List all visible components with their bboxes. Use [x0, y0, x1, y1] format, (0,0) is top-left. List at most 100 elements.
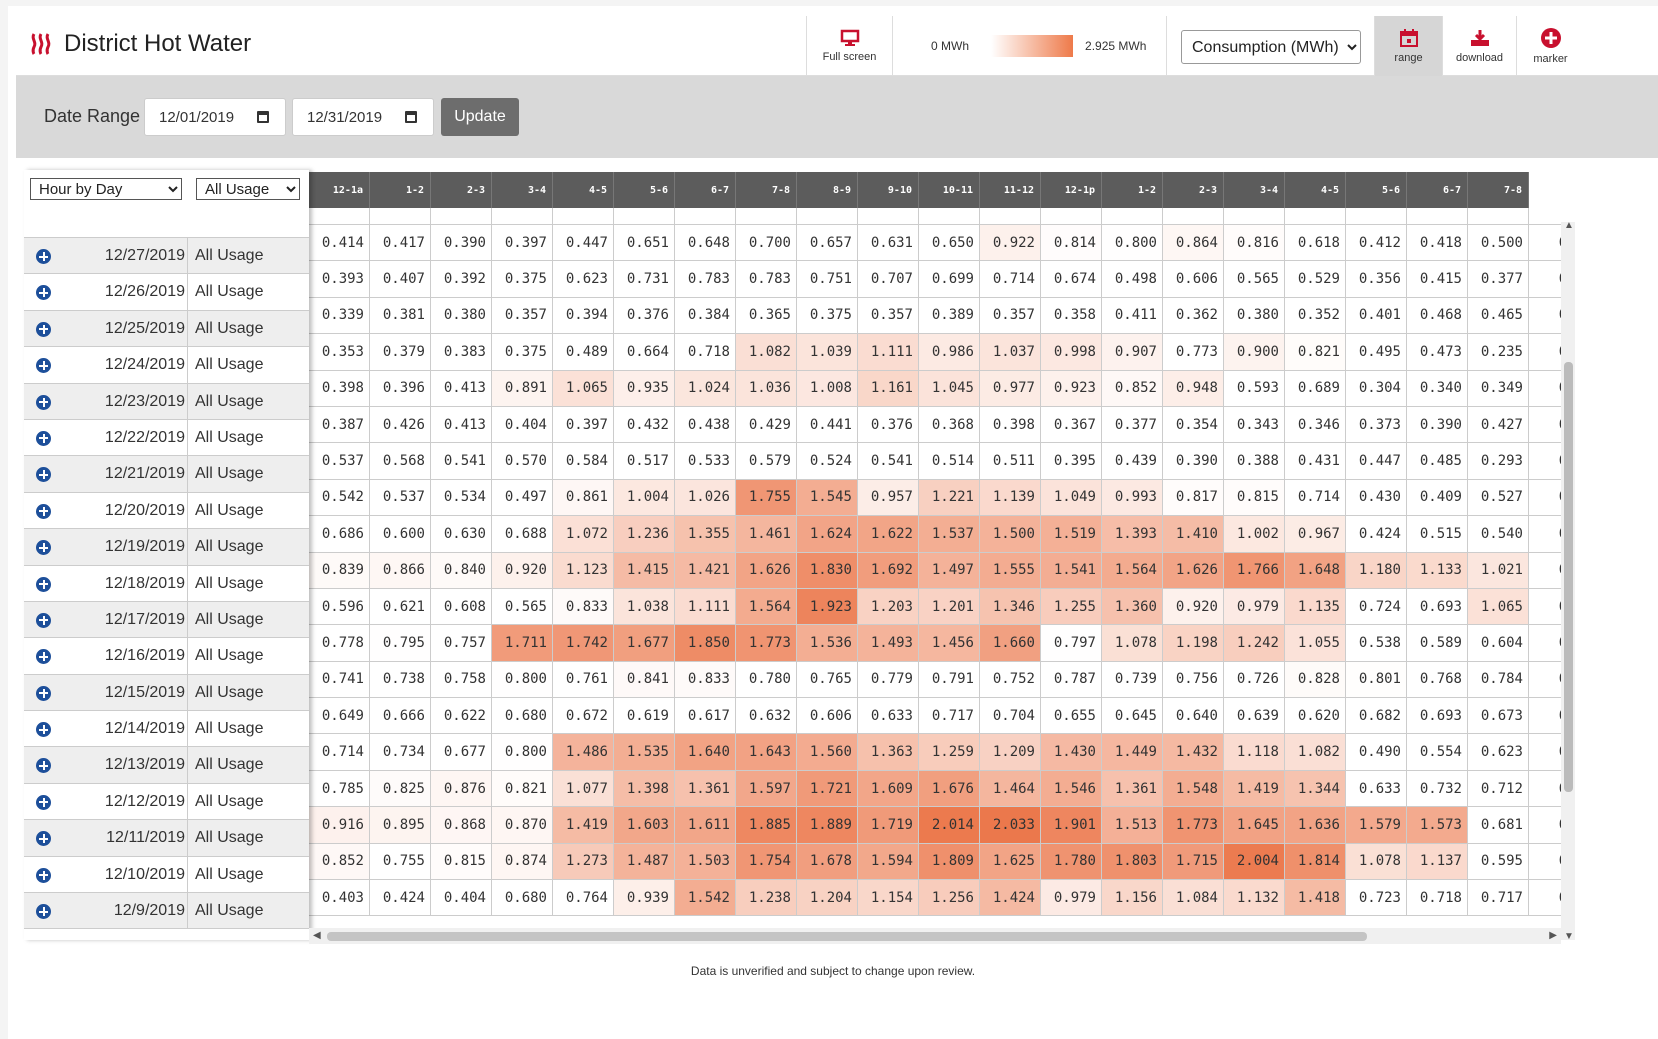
table-cell[interactable]: 0.596: [309, 588, 370, 625]
expand-plus-icon[interactable]: [36, 467, 51, 483]
table-cell[interactable]: 0.618: [1285, 225, 1346, 261]
table-cell[interactable]: 1.624: [797, 516, 858, 552]
table-cell[interactable]: 0.373: [1346, 406, 1407, 443]
table-cell[interactable]: 1.259: [919, 734, 980, 770]
download-button[interactable]: download: [1442, 16, 1516, 76]
table-cell[interactable]: 0.939: [614, 880, 675, 916]
table-cell[interactable]: 1.084: [1163, 880, 1224, 916]
table-cell[interactable]: 0.688: [492, 516, 553, 552]
table-cell[interactable]: 0.621: [370, 588, 431, 625]
table-cell[interactable]: 1.203: [858, 588, 919, 625]
table-cell[interactable]: 0.465: [1468, 297, 1529, 334]
table-cell[interactable]: 0.712: [1468, 770, 1529, 807]
table-cell[interactable]: 0.639: [1224, 698, 1285, 734]
table-cell[interactable]: 0.565: [1224, 261, 1285, 297]
table-cell[interactable]: 0.821: [492, 770, 553, 807]
table-cell[interactable]: 0.439: [1102, 443, 1163, 479]
table-cell[interactable]: 1.398: [614, 770, 675, 807]
table-cell[interactable]: 0.358: [1041, 297, 1102, 334]
table-row-label[interactable]: 12/18/2019 All Usage: [24, 565, 309, 602]
table-cell[interactable]: 0.718: [675, 334, 736, 370]
table-cell[interactable]: 1.742: [553, 625, 614, 661]
table-cell[interactable]: 1.021: [1468, 552, 1529, 588]
table-cell[interactable]: 0.833: [675, 661, 736, 698]
table-cell[interactable]: 1.809: [919, 843, 980, 880]
table-cell[interactable]: 1.622: [858, 516, 919, 552]
marker-button[interactable]: marker: [1516, 16, 1584, 76]
table-cell[interactable]: 1.493: [858, 625, 919, 661]
table-cell[interactable]: 0.426: [370, 406, 431, 443]
table-cell[interactable]: 1.255: [1041, 588, 1102, 625]
table-cell[interactable]: 1.065: [553, 370, 614, 406]
expand-plus-icon[interactable]: [36, 430, 51, 446]
table-cell[interactable]: 0.800: [492, 734, 553, 770]
table-cell[interactable]: 0.396: [370, 370, 431, 406]
vertical-scroll-thumb[interactable]: [1564, 362, 1573, 792]
vertical-scrollbar[interactable]: ▲ ▼: [1561, 220, 1575, 940]
table-cell[interactable]: 1.449: [1102, 734, 1163, 770]
table-cell[interactable]: 0.430: [1346, 479, 1407, 516]
table-cell[interactable]: 0.967: [1285, 516, 1346, 552]
table-row-label[interactable]: 12/22/2019 All Usage: [24, 419, 309, 457]
table-cell[interactable]: 1.238: [736, 880, 797, 916]
table-cell[interactable]: 0.755: [370, 843, 431, 880]
table-row-label[interactable]: 12/21/2019 All Usage: [24, 456, 309, 493]
table-cell[interactable]: 0.935: [614, 370, 675, 406]
table-cell[interactable]: 1.415: [614, 552, 675, 588]
table-row-label[interactable]: 12/13/2019 All Usage: [24, 747, 309, 784]
table-cell[interactable]: 1.885: [736, 807, 797, 843]
table-cell[interactable]: 1.039: [797, 334, 858, 370]
table-row-label[interactable]: 12/19/2019 All Usage: [24, 529, 309, 566]
table-cell[interactable]: 0.441: [797, 406, 858, 443]
table-cell[interactable]: 0.761: [553, 661, 614, 698]
table-cell[interactable]: 0.645: [1102, 698, 1163, 734]
table-cell[interactable]: 0.998: [1041, 334, 1102, 370]
table-cell[interactable]: 0.681: [1468, 807, 1529, 843]
start-date-input[interactable]: 12/01/2019: [144, 98, 286, 136]
table-cell[interactable]: 1.419: [1224, 770, 1285, 807]
table-cell[interactable]: 1.503: [675, 843, 736, 880]
table-cell[interactable]: 0.424: [1346, 516, 1407, 552]
table-cell[interactable]: 1.560: [797, 734, 858, 770]
expand-plus-icon[interactable]: [36, 394, 51, 410]
table-cell[interactable]: 0.468: [1407, 297, 1468, 334]
expand-plus-icon[interactable]: [36, 612, 51, 628]
table-cell[interactable]: 0.852: [1102, 370, 1163, 406]
view-select[interactable]: Hour by Day: [30, 178, 182, 200]
table-cell[interactable]: 0.595: [1468, 843, 1529, 880]
table-cell[interactable]: 1.418: [1285, 880, 1346, 916]
table-cell[interactable]: 2.014: [919, 807, 980, 843]
table-cell[interactable]: 0.800: [492, 661, 553, 698]
table-cell[interactable]: 1.461: [736, 516, 797, 552]
table-cell[interactable]: 1.118: [1224, 734, 1285, 770]
table-cell[interactable]: 0.380: [431, 297, 492, 334]
table-cell[interactable]: 1.078: [1346, 843, 1407, 880]
table-cell[interactable]: 0.356: [1346, 261, 1407, 297]
table-cell[interactable]: 0.817: [1163, 479, 1224, 516]
table-cell[interactable]: 0.540: [1468, 516, 1529, 552]
table-cell[interactable]: 0.655: [1041, 698, 1102, 734]
table-cell[interactable]: 0.542: [309, 479, 370, 516]
expand-plus-icon[interactable]: [36, 758, 51, 774]
table-cell[interactable]: 1.361: [1102, 770, 1163, 807]
table-cell[interactable]: 0.870: [492, 807, 553, 843]
table-cell[interactable]: 0.861: [553, 479, 614, 516]
table-cell[interactable]: 1.430: [1041, 734, 1102, 770]
table-cell[interactable]: 1.132: [1224, 880, 1285, 916]
table-cell[interactable]: 1.754: [736, 843, 797, 880]
table-cell[interactable]: 1.242: [1224, 625, 1285, 661]
table-cell[interactable]: 0.797: [1041, 625, 1102, 661]
table-cell[interactable]: 1.201: [919, 588, 980, 625]
table-cell[interactable]: 1.715: [1163, 843, 1224, 880]
table-cell[interactable]: 0.376: [614, 297, 675, 334]
table-cell[interactable]: 1.579: [1346, 807, 1407, 843]
table-cell[interactable]: 0.606: [797, 698, 858, 734]
table-cell[interactable]: 0.815: [431, 843, 492, 880]
table-cell[interactable]: 0.682: [1346, 698, 1407, 734]
metric-select[interactable]: Consumption (MWh): [1181, 30, 1361, 64]
table-cell[interactable]: 0.447: [1346, 443, 1407, 479]
expand-plus-icon[interactable]: [36, 867, 51, 883]
table-cell[interactable]: 0.768: [1407, 661, 1468, 698]
table-cell[interactable]: 1.432: [1163, 734, 1224, 770]
expand-plus-icon[interactable]: [36, 649, 51, 665]
